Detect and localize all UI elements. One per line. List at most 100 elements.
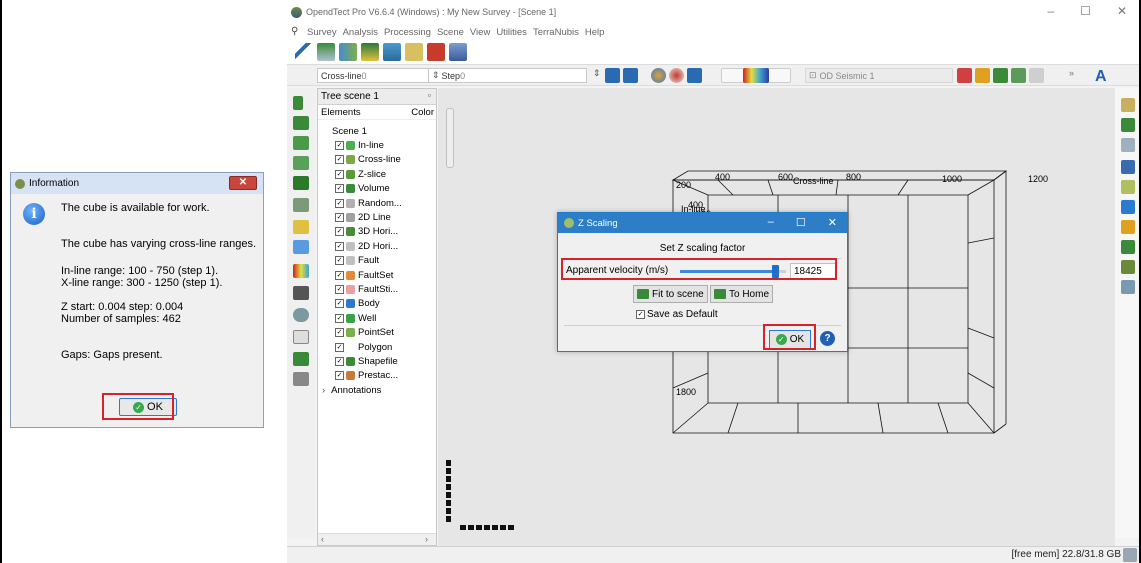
grid-icon[interactable]	[1011, 68, 1026, 83]
maximize-button[interactable]: ☐	[796, 216, 806, 229]
tree-item-checkbox[interactable]: ✓	[335, 270, 344, 280]
view-direction-icon[interactable]	[293, 308, 309, 322]
tree-item[interactable]: ✓ Well	[335, 312, 376, 325]
tree-item[interactable]: ✓ PointSet	[335, 326, 394, 339]
python-icon[interactable]	[687, 68, 702, 83]
tree-item[interactable]: ✓ FaultSti...	[335, 283, 398, 296]
scroll-right-icon[interactable]: ›	[425, 534, 428, 544]
axes-icon[interactable]	[293, 240, 309, 254]
tree-item-checkbox[interactable]: ✓	[335, 299, 344, 309]
tree-item[interactable]: ✓ Z-slice	[335, 168, 386, 181]
tree-item[interactable]: ✓ Random...	[335, 197, 402, 210]
tree-item-checkbox[interactable]: ✓	[335, 342, 344, 352]
import-icon[interactable]	[317, 43, 335, 61]
prestack-icon[interactable]	[405, 43, 423, 61]
menu-view[interactable]: View	[470, 27, 490, 38]
close-button[interactable]: ✕	[1117, 4, 1127, 18]
tree-item-checkbox[interactable]: ✓	[335, 169, 344, 179]
fit-to-scene-button[interactable]: Fit to scene	[633, 285, 708, 303]
scroll-left-icon[interactable]: ‹	[321, 534, 324, 544]
tree-item[interactable]: ✓ Polygon	[335, 341, 392, 354]
seismic-icon[interactable]	[383, 43, 401, 61]
camera-icon[interactable]	[293, 286, 309, 300]
velocity-slider[interactable]	[680, 270, 786, 273]
color-settings-icon[interactable]	[651, 68, 666, 83]
curve-icon[interactable]	[1029, 68, 1044, 83]
maximize-button[interactable]: ☐	[1080, 4, 1091, 18]
tree-item[interactable]: ✓ Body	[335, 297, 380, 310]
pen-icon[interactable]	[293, 220, 309, 234]
overflow-icon[interactable]: »	[1069, 68, 1079, 83]
document-icon[interactable]	[293, 372, 309, 386]
step-field[interactable]: ⇕ Step 0	[429, 68, 587, 83]
letter-icon[interactable]	[1121, 220, 1135, 234]
ok-button[interactable]: ✓ OK	[769, 330, 811, 349]
save-as-default-row[interactable]: ✓ Save as Default	[636, 309, 718, 320]
float-icon[interactable]: ▫	[428, 90, 431, 100]
tree-root[interactable]: Scene 1	[332, 125, 367, 138]
settings-dropdown-icon[interactable]	[1123, 548, 1137, 562]
segy-icon[interactable]	[449, 43, 467, 61]
arrow-right-icon[interactable]	[623, 68, 638, 83]
tree-item-checkbox[interactable]: ✓	[335, 328, 344, 338]
tree-item[interactable]: ✓ 2D Hori...	[335, 240, 398, 253]
ok-button[interactable]: ✓ OK	[119, 398, 177, 416]
velocity-slider-handle[interactable]	[772, 265, 780, 278]
tree-item[interactable]: ✓ Shapefile	[335, 355, 398, 368]
tree-item[interactable]: ✓ Cross-line	[335, 153, 401, 166]
menu-processing[interactable]: Processing	[384, 27, 431, 38]
shape-icon[interactable]	[1121, 200, 1135, 214]
column-icon[interactable]	[1121, 240, 1135, 254]
velocity-input[interactable]: 18425	[790, 263, 836, 280]
column-elements[interactable]: Elements	[321, 107, 361, 118]
cube-icon[interactable]	[293, 198, 309, 212]
trash-icon[interactable]	[293, 330, 309, 344]
tree-item-checkbox[interactable]: ✓	[335, 256, 344, 266]
manage-icon[interactable]	[361, 43, 379, 61]
column-color[interactable]: Color	[411, 107, 434, 118]
tree-scrollbar[interactable]: ‹ ›	[318, 533, 436, 545]
path-icon[interactable]	[1121, 280, 1135, 294]
tree-item[interactable]: ✓ In-line	[335, 139, 384, 152]
annotation-a-icon[interactable]: A	[1095, 68, 1111, 85]
surface-icon[interactable]	[1121, 138, 1135, 152]
close-button[interactable]: ✕	[828, 216, 837, 229]
zslice-icon[interactable]	[293, 156, 309, 170]
tree-item-checkbox[interactable]: ✓	[335, 371, 344, 381]
tree-item-checkbox[interactable]: ✓	[335, 184, 344, 194]
menu-scene[interactable]: Scene	[437, 27, 464, 38]
well-icon[interactable]	[293, 352, 309, 366]
to-home-button[interactable]: To Home	[710, 285, 774, 303]
minimize-button[interactable]: –	[768, 216, 774, 229]
graph-icon[interactable]	[1121, 98, 1135, 112]
tree-item-checkbox[interactable]: ✓	[335, 241, 344, 251]
colorbar-icon[interactable]	[743, 68, 769, 83]
minimize-button[interactable]: –	[1047, 4, 1054, 18]
layer-icon[interactable]	[1121, 260, 1135, 274]
tree-item-checkbox[interactable]: ✓	[335, 285, 344, 294]
menu-terranubis[interactable]: TerraNubis	[533, 27, 579, 38]
pick-icon[interactable]	[957, 68, 972, 83]
volume-icon[interactable]	[293, 176, 309, 190]
survey-select-icon[interactable]	[295, 43, 313, 61]
tree-item[interactable]: ✓ Fault	[335, 254, 379, 267]
tree-item-checkbox[interactable]: ✓	[335, 213, 344, 222]
tree-item-checkbox[interactable]: ✓	[335, 155, 344, 165]
tree-item-checkbox[interactable]: ✓	[335, 357, 344, 366]
scatter-icon[interactable]	[1121, 180, 1135, 194]
menu-utilities[interactable]: Utilities	[496, 27, 527, 38]
pdf-icon[interactable]	[427, 43, 445, 61]
menu-help[interactable]: Help	[585, 27, 605, 38]
tree-item[interactable]: ✓ Volume	[335, 182, 390, 195]
arrow-left-icon[interactable]	[605, 68, 620, 83]
tree-item-checkbox[interactable]: ✓	[335, 198, 344, 208]
attribute-icon[interactable]	[669, 68, 684, 83]
pointer-icon[interactable]	[293, 96, 303, 110]
close-button[interactable]: ✕	[229, 176, 257, 190]
tree-item[interactable]: ✓ FaultSet	[335, 269, 393, 282]
text-tool-icon[interactable]	[1121, 160, 1135, 174]
attribute-select[interactable]: ⊡ OD Seismic 1	[805, 68, 953, 83]
tree-annotations[interactable]: › Annotations	[322, 384, 381, 397]
colortable-icon[interactable]	[293, 264, 309, 278]
slice-type-field[interactable]: Cross-line 0	[317, 68, 429, 83]
